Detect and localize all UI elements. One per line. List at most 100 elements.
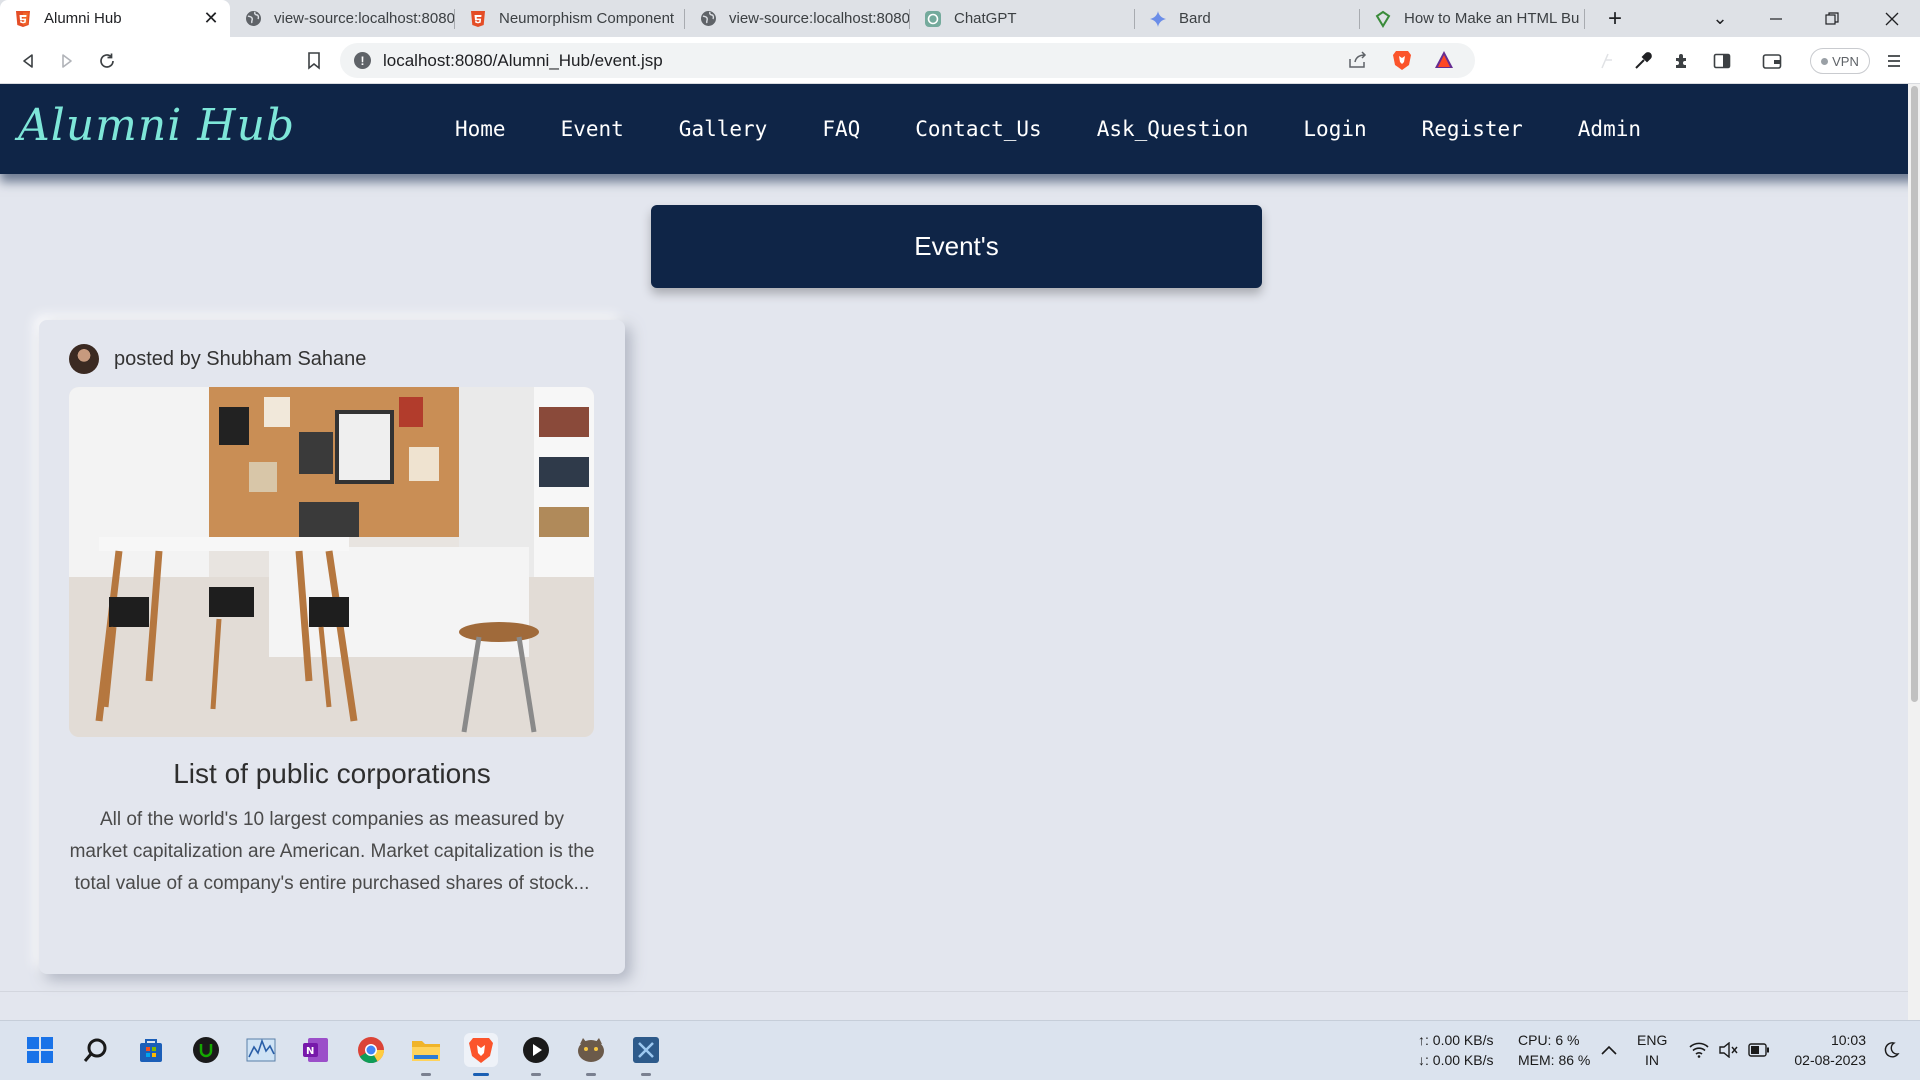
close-window-button[interactable]: [1864, 0, 1920, 37]
nav-link-contact-us[interactable]: Contact_Us: [915, 117, 1041, 141]
microsoft-store-icon[interactable]: [134, 1033, 168, 1067]
performance-monitor-icon[interactable]: [244, 1033, 278, 1067]
tab-html-button[interactable]: How to Make an HTML Bu: [1360, 0, 1585, 37]
nav-link-gallery[interactable]: Gallery: [679, 117, 768, 141]
tab-separator: [1584, 9, 1585, 29]
nav-link-ask-question[interactable]: Ask_Question: [1097, 117, 1249, 141]
windows-start-icon[interactable]: [23, 1033, 57, 1067]
tab-title: view-source:localhost:8080: [729, 10, 910, 27]
nav-link-login[interactable]: Login: [1303, 117, 1366, 141]
running-indicator: [421, 1073, 431, 1076]
nav-link-home[interactable]: Home: [455, 117, 506, 141]
clock-date[interactable]: 02-08-2023: [1780, 1051, 1866, 1070]
page-scrollbar-thumb[interactable]: [1911, 86, 1918, 702]
translate-icon[interactable]: [1590, 45, 1622, 77]
events-heading-banner: Event's: [651, 205, 1262, 288]
wikihow-icon: [1374, 10, 1392, 28]
windows-taskbar: N ↑: 0.00 KB/s ↓: 0.00 KB/s CPU: 6 % MEM…: [0, 1020, 1920, 1080]
new-tab-button[interactable]: +: [1600, 4, 1630, 34]
chrome-icon[interactable]: [354, 1033, 388, 1067]
onenote-icon[interactable]: N: [299, 1033, 333, 1067]
file-explorer-icon[interactable]: [409, 1033, 443, 1076]
network-download-speed: ↓: 0.00 KB/s: [1418, 1052, 1494, 1068]
wallet-icon[interactable]: [1756, 45, 1788, 77]
tab-view-source-2[interactable]: view-source:localhost:8080: [685, 0, 910, 37]
volume-muted-icon[interactable]: [1712, 1033, 1746, 1067]
tab-chatgpt[interactable]: ChatGPT: [910, 0, 1135, 37]
brave-rewards-icon[interactable]: [1434, 50, 1454, 75]
nav-link-event[interactable]: Event: [561, 117, 624, 141]
upwork-icon[interactable]: [189, 1033, 223, 1067]
battery-icon[interactable]: [1742, 1033, 1776, 1067]
url-text: localhost:8080/Alumni_Hub/event.jsp: [383, 51, 663, 70]
html5-favicon-icon: [14, 10, 32, 28]
globe-icon: [244, 10, 262, 28]
memory-usage: MEM: 86 %: [1518, 1052, 1591, 1068]
running-indicator: [641, 1073, 651, 1076]
running-indicator: [473, 1073, 489, 1076]
posted-by-text: posted by Shubham Sahane: [114, 347, 367, 370]
tab-title: Alumni Hub: [44, 10, 122, 27]
tab-search-chevron-icon[interactable]: ⌄: [1692, 0, 1748, 37]
tab-neumorphism[interactable]: Neumorphism Component: [455, 0, 685, 37]
nav-link-admin[interactable]: Admin: [1578, 117, 1641, 141]
site-brand-logo[interactable]: Alumni Hub: [18, 100, 295, 151]
running-indicator: [531, 1073, 541, 1076]
share-icon[interactable]: [1348, 51, 1368, 74]
brave-browser-icon[interactable]: [464, 1033, 498, 1076]
web-page: Alumni Hub Home Event Gallery FAQ Contac…: [0, 84, 1920, 1020]
color-picker-extension-icon[interactable]: [1627, 45, 1659, 77]
globe-icon: [699, 10, 717, 28]
wifi-icon[interactable]: [1682, 1033, 1716, 1067]
tab-title: view-source:localhost:8080: [274, 10, 455, 27]
extensions-puzzle-icon[interactable]: [1666, 45, 1698, 77]
html5-favicon-icon: [469, 10, 487, 28]
language-region[interactable]: IN: [1637, 1051, 1667, 1070]
close-tab-icon[interactable]: ✕: [200, 8, 222, 30]
tab-title: How to Make an HTML Bu: [1404, 10, 1580, 27]
browser-toolbar: ! localhost:8080/Alumni_Hub/event.jsp VP…: [0, 37, 1920, 84]
forward-button[interactable]: [51, 45, 83, 77]
bookmark-icon[interactable]: [298, 45, 330, 77]
event-card[interactable]: posted by Shubham Sahane List of public …: [39, 320, 625, 974]
nav-link-faq[interactable]: FAQ: [822, 117, 860, 141]
reload-button[interactable]: [91, 45, 123, 77]
minimize-button[interactable]: [1748, 0, 1804, 37]
sidebar-toggle-icon[interactable]: [1706, 45, 1738, 77]
tab-view-source-1[interactable]: view-source:localhost:8080: [230, 0, 455, 37]
address-bar[interactable]: ! localhost:8080/Alumni_Hub/event.jsp: [340, 43, 1475, 78]
tomcat-icon[interactable]: [574, 1033, 608, 1076]
poster-avatar: [69, 344, 99, 374]
ide-app-icon[interactable]: [629, 1033, 663, 1076]
tab-bard[interactable]: Bard: [1135, 0, 1360, 37]
chatgpt-icon: [924, 10, 942, 28]
search-icon[interactable]: [79, 1033, 113, 1067]
page-footer-divider: [0, 991, 1908, 992]
event-title[interactable]: List of public corporations: [39, 758, 625, 790]
running-indicator: [586, 1073, 596, 1076]
site-navbar: Alumni Hub Home Event Gallery FAQ Contac…: [0, 84, 1920, 174]
event-image: [69, 387, 594, 737]
tab-alumni-hub[interactable]: Alumni Hub ✕: [0, 0, 230, 37]
menu-icon[interactable]: [1878, 45, 1910, 77]
tab-title: ChatGPT: [954, 10, 1017, 27]
site-nav-links: Home Event Gallery FAQ Contact_Us Ask_Qu…: [455, 84, 1696, 174]
clock-time[interactable]: 10:03: [1780, 1031, 1866, 1050]
site-info-icon[interactable]: !: [354, 52, 371, 69]
notification-moon-icon[interactable]: [1874, 1033, 1908, 1067]
tab-title: Bard: [1179, 10, 1211, 27]
restore-button[interactable]: [1804, 0, 1860, 37]
vpn-button[interactable]: VPN: [1810, 48, 1870, 74]
back-button[interactable]: [12, 45, 44, 77]
media-player-icon[interactable]: [519, 1033, 553, 1076]
network-upload-speed: ↑: 0.00 KB/s: [1418, 1032, 1494, 1048]
cpu-usage: CPU: 6 %: [1518, 1032, 1580, 1048]
event-description: All of the world's 10 largest companies …: [69, 809, 595, 894]
tray-overflow-chevron-icon[interactable]: [1592, 1033, 1626, 1067]
browser-tab-strip: Alumni Hub ✕ view-source:localhost:8080 …: [0, 0, 1920, 37]
language-code[interactable]: ENG: [1637, 1031, 1667, 1050]
vpn-status-dot: [1821, 57, 1829, 65]
vpn-label: VPN: [1832, 53, 1859, 69]
brave-shields-icon[interactable]: [1392, 49, 1412, 76]
nav-link-register[interactable]: Register: [1422, 117, 1523, 141]
